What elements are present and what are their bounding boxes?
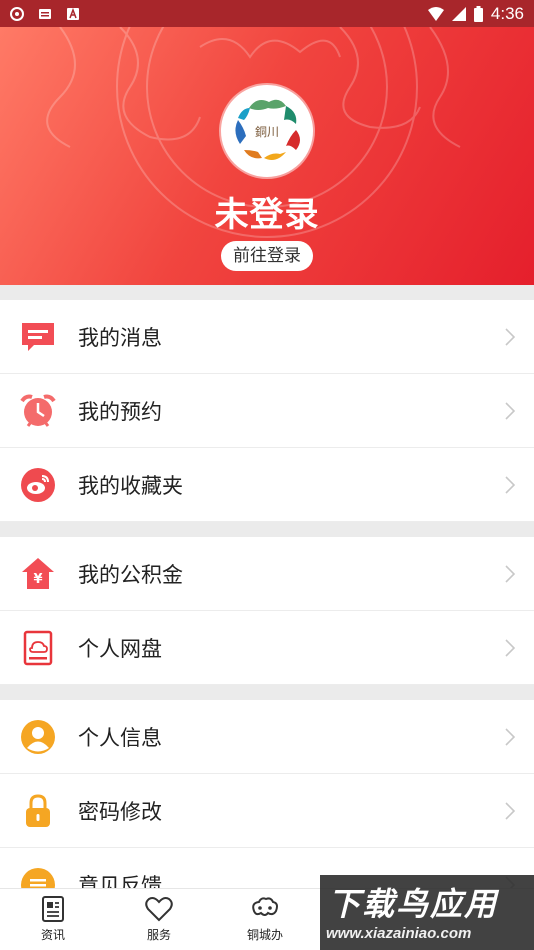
menu-item-cloud-drive[interactable]: 个人网盘 (0, 611, 534, 685)
watermark-url: www.xiazainiao.com (326, 925, 472, 942)
chevron-right-icon (505, 565, 516, 583)
menu-item-favorites[interactable]: 我的收藏夹 (0, 448, 534, 522)
chevron-right-icon (505, 728, 516, 746)
chevron-right-icon (505, 328, 516, 346)
message-notification-icon (39, 8, 51, 19)
divider (0, 685, 534, 700)
svg-text:銅川: 銅川 (255, 125, 279, 139)
news-icon (42, 896, 64, 922)
profile-header: 銅川 未登录 前往登录 (0, 27, 534, 285)
battery-icon (473, 5, 483, 22)
divider (0, 522, 534, 537)
menu-item-change-password[interactable]: 密码修改 (0, 774, 534, 848)
avatar[interactable]: 銅川 (221, 85, 313, 177)
menu-label: 个人信息 (78, 725, 162, 750)
menu-label: 我的公积金 (78, 562, 183, 587)
heart-icon (145, 897, 173, 922)
menu-item-appointments[interactable]: 我的预约 (0, 374, 534, 448)
menu-label: 我的预约 (78, 399, 162, 424)
nav-label: 服务 (146, 928, 171, 942)
divider (0, 285, 534, 300)
menu-item-messages[interactable]: 我的消息 (0, 300, 534, 374)
house-yuan-icon: ¥ (22, 557, 54, 589)
status-bar: 4:36 (0, 0, 534, 27)
menu-label: 密码修改 (78, 799, 162, 824)
chevron-right-icon (505, 802, 516, 820)
signal-icon (451, 6, 466, 21)
menu-list: 我的消息 我的预约 我的收藏夹 ¥ 我的公积金 个人网盘 个人信息 密码修改 意… (0, 285, 534, 922)
svg-text:¥: ¥ (33, 572, 42, 587)
chevron-right-icon (505, 402, 516, 420)
menu-label: 我的收藏夹 (78, 473, 183, 498)
message-icon (22, 322, 54, 351)
chevron-right-icon (505, 476, 516, 494)
nav-tab-tongcheng[interactable]: 铜城办 (212, 889, 318, 950)
nav-label: 铜城办 (246, 928, 283, 942)
app-notification-icon (10, 6, 24, 21)
watermark-title: 下载鸟应用 (328, 885, 499, 923)
menu-label: 我的消息 (78, 325, 162, 350)
nav-tab-services[interactable]: 服务 (106, 889, 212, 950)
weibo-icon (21, 467, 55, 502)
menu-item-housing-fund[interactable]: ¥ 我的公积金 (0, 537, 534, 611)
nav-tab-news[interactable]: 资讯 (0, 889, 106, 950)
page-title: 未登录 (214, 195, 320, 235)
nav-label: 资讯 (40, 928, 65, 942)
menu-item-personal-info[interactable]: 个人信息 (0, 700, 534, 774)
user-icon (21, 719, 55, 754)
clock: 4:36 (490, 3, 524, 23)
chevron-right-icon (505, 639, 516, 657)
watermark-overlay: 下载鸟应用 www.xiazainiao.com (320, 875, 534, 950)
cloud-ornament-icon (252, 897, 278, 916)
cloud-drive-icon (23, 630, 53, 665)
lock-icon (26, 793, 50, 827)
login-button[interactable]: 前往登录 (221, 241, 313, 271)
alarm-clock-icon (20, 394, 56, 427)
wifi-icon (427, 6, 444, 21)
tongchuan-logo-icon: 銅川 (227, 91, 307, 171)
menu-label: 个人网盘 (78, 636, 162, 661)
font-notification-icon (67, 7, 79, 20)
